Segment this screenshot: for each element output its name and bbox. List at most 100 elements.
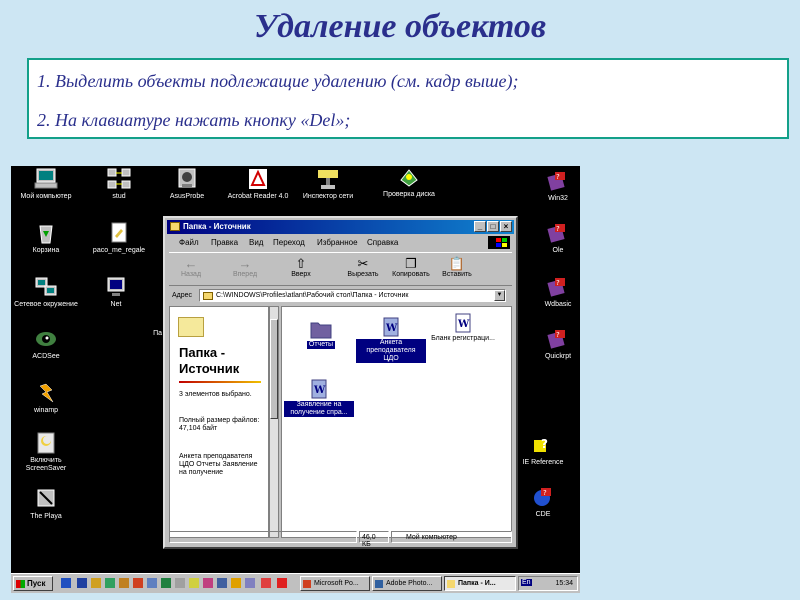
desktop-icon-acdsee[interactable]: ACDSee — [13, 328, 79, 361]
slide-title: Удаление объектов — [253, 8, 547, 45]
opera-quicklaunch-icon[interactable] — [277, 578, 287, 588]
cut-button[interactable]: ✂ Вырезать — [341, 256, 385, 278]
start-button[interactable]: Пуск — [13, 576, 53, 591]
step-1: 1. Выделить объекты подлежащие удалению … — [37, 71, 519, 91]
task-explorer[interactable]: Папка - И... — [444, 576, 516, 591]
desktop-icon-ie-reference[interactable]: ? IE Reference — [513, 434, 573, 467]
access-quicklaunch-icon[interactable] — [147, 578, 157, 588]
up-button[interactable]: ⇧ Вверх — [279, 256, 323, 278]
back-button[interactable]: ← Назад — [169, 256, 213, 278]
menu-favorites[interactable]: Избранное — [317, 238, 358, 247]
folder-icon — [178, 317, 204, 337]
task-photoshop[interactable]: Adobe Photo... — [372, 576, 442, 591]
acdsee-icon — [34, 328, 58, 350]
word-document-icon: W — [380, 317, 402, 337]
cut-icon: ✂ — [357, 256, 369, 271]
desktop-icon-label: Проверка диска — [383, 191, 435, 198]
desktop-icon-screensaver[interactable]: Включить ScreenSaver — [13, 432, 79, 473]
desktop-icon-stud[interactable]: stud — [86, 168, 152, 201]
media-quicklaunch-icon[interactable] — [245, 578, 255, 588]
desktop-icon-the-playa[interactable]: The Playa — [13, 488, 79, 521]
menu-file[interactable]: Файл — [179, 238, 199, 247]
excel-quicklaunch-icon[interactable] — [91, 578, 101, 588]
word-quicklaunch-icon[interactable] — [77, 578, 87, 588]
desktop-icon-quickrpt[interactable]: ? Quickrpt — [525, 328, 580, 361]
powerpoint-quicklaunch-icon[interactable] — [133, 578, 143, 588]
desktop-icon-wdbasic[interactable]: ? Wdbasic — [525, 276, 580, 309]
forward-button[interactable]: → Вперед — [223, 256, 267, 278]
desktop-quicklaunch-icon[interactable] — [61, 578, 71, 588]
web-view-pane: Папка - Источник 3 элементов выбрано. По… — [169, 306, 269, 538]
back-arrow-icon: ← — [184, 256, 198, 271]
explorer-quicklaunch-icon[interactable] — [175, 578, 185, 588]
left-pane-scrollbar[interactable] — [269, 306, 279, 538]
winamp-quicklaunch-icon[interactable] — [231, 578, 241, 588]
powerpoint-icon — [303, 580, 311, 588]
close-button[interactable]: × — [500, 221, 512, 232]
pane-title-line1: Папка - — [179, 345, 226, 360]
winrar-icon: ? — [546, 170, 570, 192]
window-title: Папка - Источник — [183, 222, 251, 231]
toolbar: ← Назад → Вперед ⇧ Вверх ✂ Вырезать ❐ Ко… — [169, 252, 512, 286]
address-field[interactable]: C:\WINDOWS\Profiles\atlant\Рабочий стол\… — [199, 289, 506, 302]
help-icon: ? — [531, 434, 555, 456]
acrobat-icon — [246, 168, 270, 190]
desktop-icon-label: Мой компьютер — [20, 193, 72, 200]
desktop-icon-partial[interactable]: Па — [132, 330, 162, 338]
svg-text:W: W — [385, 323, 398, 334]
desktop-icon-network-inspector[interactable]: Инспектор сети — [295, 168, 361, 201]
menu-view[interactable]: Вид — [249, 238, 263, 247]
copy-button[interactable]: ❐ Копировать — [389, 256, 433, 278]
notepad-quicklaunch-icon[interactable] — [217, 578, 227, 588]
windows-logo-icon — [488, 236, 510, 249]
paint-quicklaunch-icon[interactable] — [203, 578, 213, 588]
menu-go[interactable]: Переход — [273, 238, 305, 247]
desktop-icon-paco-me-regale[interactable]: paco_me_regale — [83, 222, 155, 255]
paste-button[interactable]: 📋 Вставить — [435, 256, 479, 278]
folder-icon — [203, 292, 213, 300]
task-label: Microsoft Po... — [314, 580, 359, 587]
desktop-icon-label: CDE — [535, 511, 551, 518]
window-titlebar[interactable]: Папка - Источник _ □ × — [167, 220, 514, 234]
language-indicator[interactable]: En — [521, 579, 532, 586]
file-item-reports[interactable]: Отчеты — [286, 319, 356, 349]
desktop-icon-my-computer[interactable]: Мой компьютер — [13, 168, 79, 201]
clock[interactable]: 15:34 — [555, 580, 573, 587]
maximize-button[interactable]: □ — [487, 221, 499, 232]
desktop-icon-winamp[interactable]: winamp — [13, 382, 79, 415]
desktop-icon-asusprobe[interactable]: AsusProbe — [154, 168, 220, 201]
chevron-down-icon[interactable]: ▼ — [494, 290, 505, 301]
menu-help[interactable]: Справка — [367, 238, 398, 247]
desktop-icon-disk-check[interactable]: Проверка диска — [373, 166, 445, 199]
desktop-icon-acrobat[interactable]: Acrobat Reader 4.0 — [225, 168, 291, 201]
selected-count: 3 элементов выбрано. — [179, 391, 252, 398]
desktop-icon-recycle-bin[interactable]: Корзина — [13, 222, 79, 255]
channel-quicklaunch-icon[interactable] — [161, 578, 171, 588]
desktop-icon-ole[interactable]: ? Ole — [525, 222, 580, 255]
paste-label: Вставить — [442, 271, 472, 278]
desktop-icon-net[interactable]: Net — [83, 276, 149, 309]
desktop-icon-label: Wdbasic — [544, 301, 572, 308]
file-item-label: Бланк регистраци... — [431, 335, 495, 342]
file-item-anketa[interactable]: W Анкета преподавателя ЦДО — [356, 317, 426, 363]
task-powerpoint[interactable]: Microsoft Po... — [300, 576, 370, 591]
windows-logo-icon — [16, 580, 25, 588]
desktop-icon-win32[interactable]: ? Win32 — [525, 170, 580, 203]
minimize-button[interactable]: _ — [474, 221, 486, 232]
file-item-zayavlenie[interactable]: W Заявление на получение спра... — [284, 379, 354, 417]
ie-quicklaunch-icon[interactable] — [105, 578, 115, 588]
desktop-icon-cde[interactable]: ? CDE — [513, 486, 573, 519]
cde-icon: ? — [531, 486, 555, 508]
acrobat-quicklaunch-icon[interactable] — [261, 578, 271, 588]
desktop-icon-network-neighborhood[interactable]: Сетевое окружение — [13, 276, 79, 309]
file-item-blank[interactable]: W Бланк регистраци... — [428, 313, 498, 343]
system-tray: En 15:34 — [518, 576, 578, 591]
calc-quicklaunch-icon[interactable] — [189, 578, 199, 588]
outlook-quicklaunch-icon[interactable] — [119, 578, 129, 588]
menu-bar: Файл Правка Вид Переход Избранное Справк… — [169, 236, 512, 250]
menu-edit[interactable]: Правка — [211, 238, 238, 247]
svg-text:?: ? — [556, 173, 560, 181]
svg-text:W: W — [313, 385, 326, 396]
scrollbar-thumb[interactable] — [270, 319, 278, 419]
winrar-icon: ? — [546, 222, 570, 244]
